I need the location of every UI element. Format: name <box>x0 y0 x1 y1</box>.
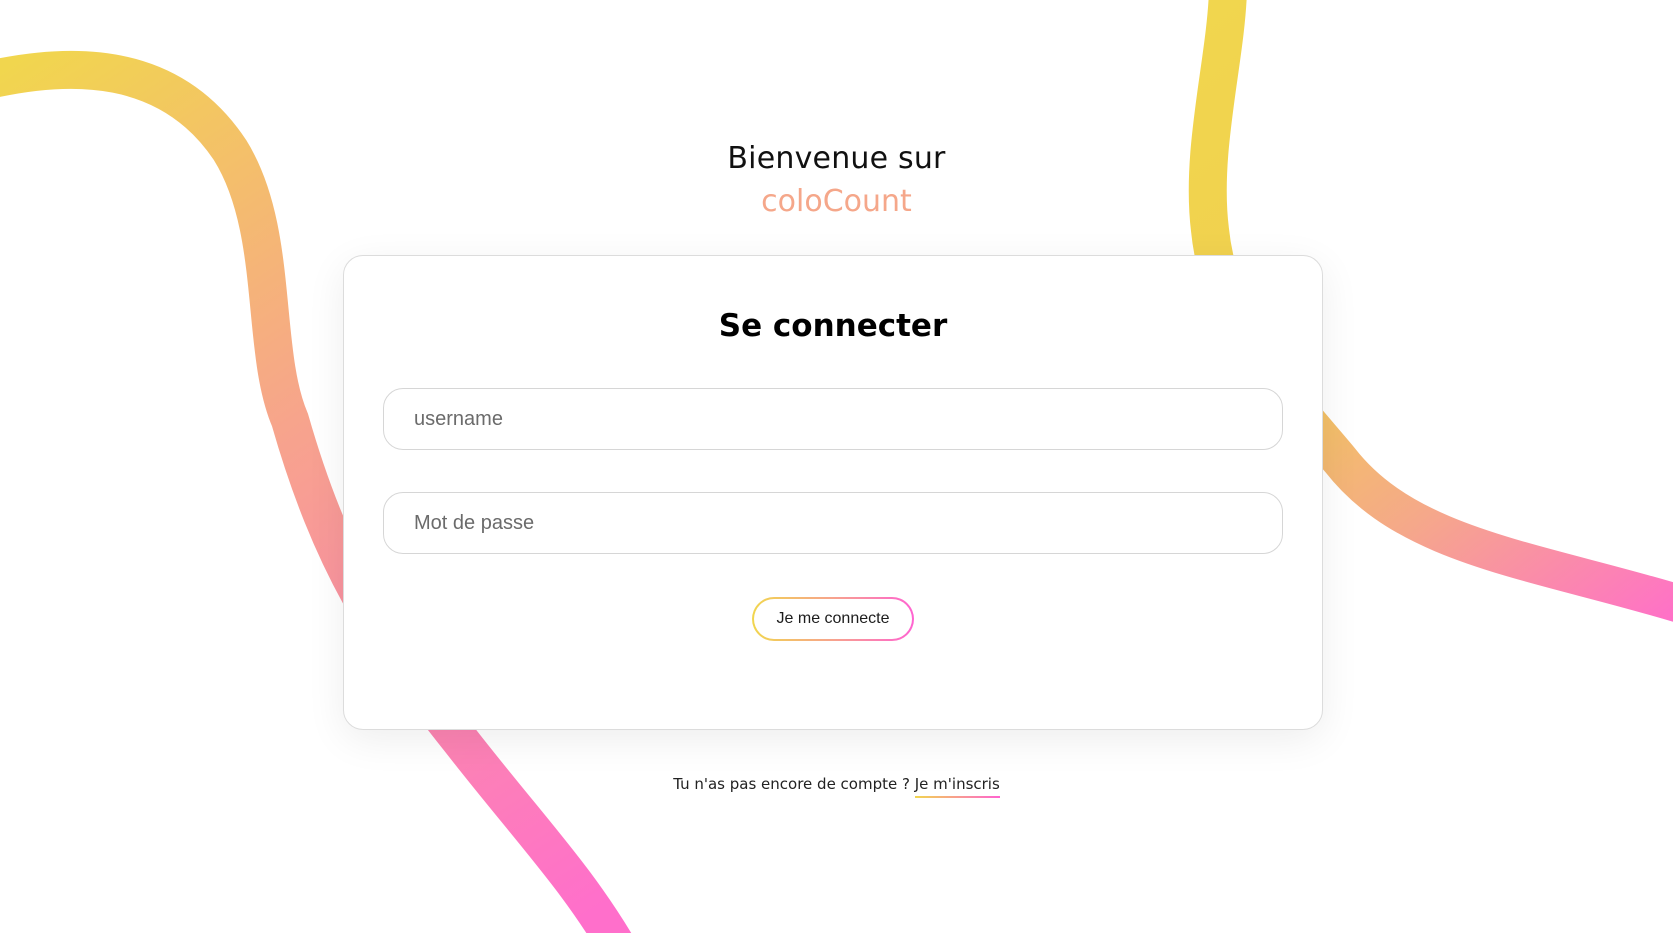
signup-prompt: Tu n'as pas encore de compte ? Je m'insc… <box>0 773 1673 798</box>
login-title: Se connecter <box>718 308 948 344</box>
signup-text: Tu n'as pas encore de compte ? <box>673 775 910 793</box>
password-field <box>383 492 1283 554</box>
login-card: Se connecter Je me connecte <box>343 255 1323 730</box>
welcome-header: Bienvenue sur coloCount <box>0 138 1673 224</box>
welcome-text: Bienvenue sur <box>727 141 946 176</box>
login-button[interactable]: Je me connecte <box>754 599 912 639</box>
login-button-border: Je me connecte <box>752 597 914 641</box>
password-input[interactable] <box>384 493 1282 553</box>
username-input[interactable] <box>384 389 1282 449</box>
brand-name: coloCount <box>761 184 912 219</box>
login-page: Bienvenue sur coloCount Se connecter Je … <box>0 0 1673 933</box>
signup-link[interactable]: Je m'inscris <box>914 773 1000 798</box>
username-field <box>383 388 1283 450</box>
